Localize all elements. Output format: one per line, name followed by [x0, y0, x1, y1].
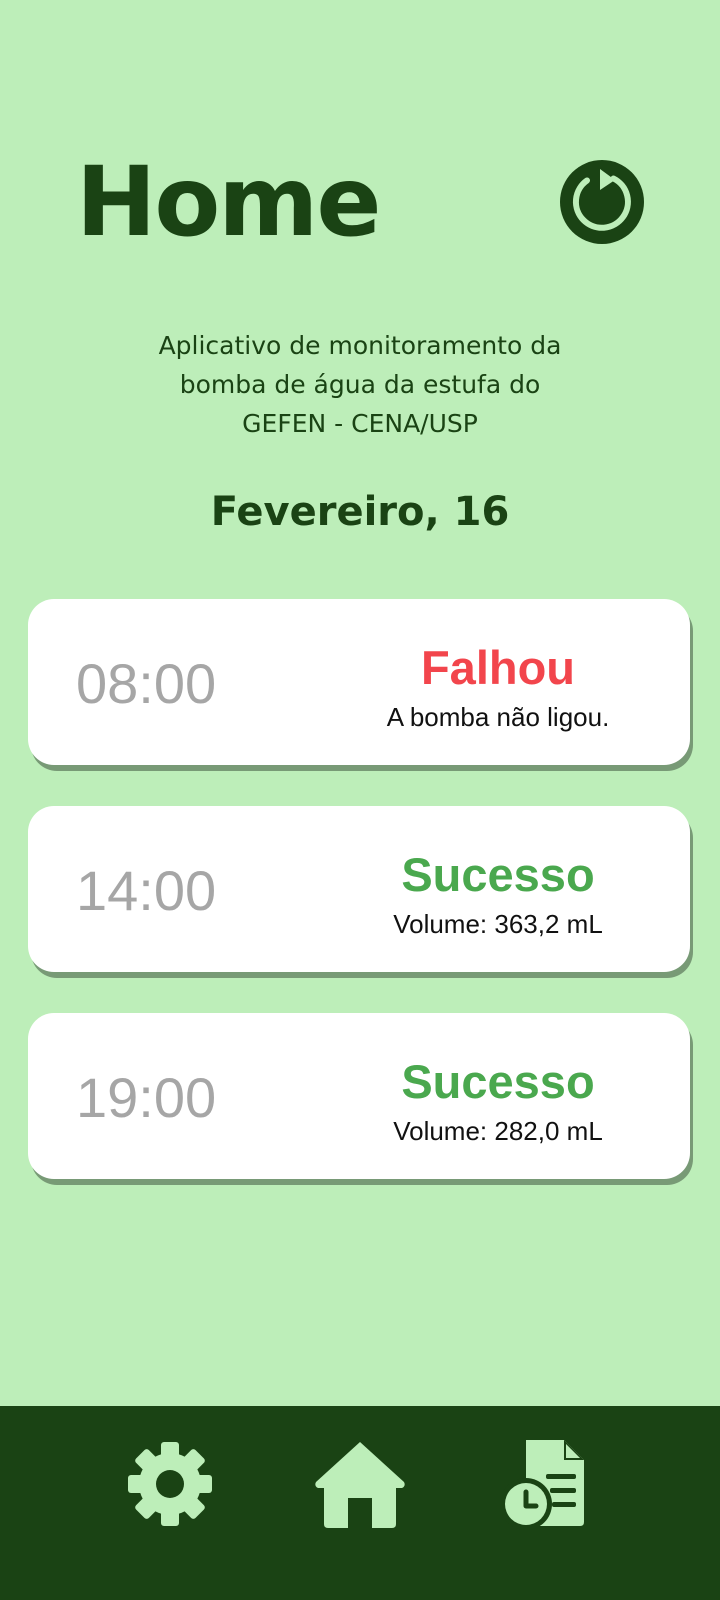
- app-description: Aplicativo de monitoramento da bomba de …: [60, 326, 660, 443]
- nav-report-button[interactable]: [502, 1436, 598, 1532]
- record-time: 08:00: [76, 652, 217, 715]
- gear-icon: [128, 1442, 212, 1526]
- record-time: 14:00: [76, 859, 217, 922]
- date-heading: Fevereiro, 16: [210, 489, 510, 535]
- record-status: Sucesso: [401, 1055, 595, 1108]
- document-clock-icon: [502, 1440, 584, 1530]
- record-status: Sucesso: [401, 848, 595, 901]
- nav-home-button[interactable]: [312, 1436, 408, 1532]
- nav-settings-button[interactable]: [122, 1436, 218, 1532]
- record-status: Falhou: [420, 641, 576, 694]
- record-detail: Volume: 363,2 mL: [393, 909, 603, 939]
- page-title: Home: [76, 146, 381, 258]
- home-icon: [315, 1442, 405, 1528]
- record-detail: A bomba não ligou.: [386, 702, 610, 732]
- record-card[interactable]: 08:00 Falhou A bomba não ligou.: [28, 599, 690, 765]
- description-line: GEFEN - CENA/USP: [242, 409, 478, 438]
- description-line: Aplicativo de monitoramento da: [158, 331, 562, 360]
- record-detail: Volume: 282,0 mL: [393, 1116, 603, 1146]
- record-time: 19:00: [76, 1066, 217, 1129]
- refresh-button[interactable]: [560, 160, 644, 244]
- record-card[interactable]: 19:00 Sucesso Volume: 282,0 mL: [28, 1013, 690, 1179]
- description-line: bomba de água da estufa do: [179, 370, 541, 399]
- bottom-navigation: [0, 1406, 720, 1600]
- record-card[interactable]: 14:00 Sucesso Volume: 363,2 mL: [28, 806, 690, 972]
- refresh-icon: [560, 160, 644, 244]
